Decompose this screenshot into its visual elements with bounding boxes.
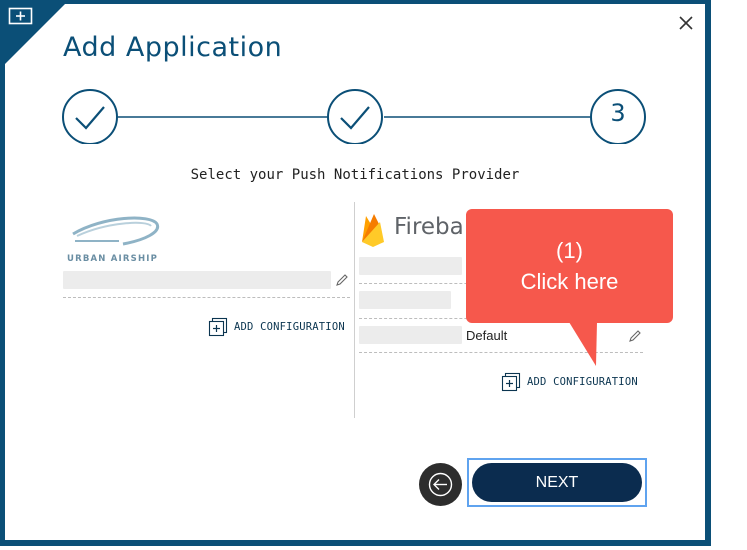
fb-config-field-1[interactable] [359, 257, 462, 275]
urban-airship-logo-text: URBAN AIRSHIP [67, 254, 159, 264]
fb-config-field-2[interactable] [359, 291, 451, 309]
fb-default-label: Default [466, 328, 508, 343]
back-arrow-icon [428, 472, 453, 497]
add-application-dialog: Add Application 3 Select your Push Notif… [5, 4, 705, 540]
ua-field-separator [63, 297, 350, 298]
edit-pencil-icon[interactable] [628, 329, 642, 343]
next-button-focus-ring: NEXT [467, 458, 647, 507]
provider-subtitle: Select your Push Notifications Provider [190, 167, 520, 183]
callout-instruction: Click here [520, 269, 619, 294]
fb-add-configuration-label: ADD CONFIGURATION [527, 376, 638, 388]
fb-add-configuration-button[interactable]: ADD CONFIGURATION [501, 372, 638, 392]
callout-pointer [569, 322, 597, 366]
add-config-icon [208, 317, 228, 337]
ua-config-field[interactable] [63, 271, 331, 289]
callout-step-number: (1) [556, 238, 583, 263]
back-button[interactable] [419, 463, 462, 506]
click-here-callout: (1) Click here [466, 209, 673, 323]
step-1-checkmark-icon [62, 89, 118, 144]
fb-config-field-3[interactable] [359, 326, 462, 344]
ua-add-configuration-label: ADD CONFIGURATION [234, 321, 345, 333]
firebase-logo-text: Fireba [394, 214, 464, 240]
step-3-label: 3 [610, 99, 626, 127]
step-2-checkmark-icon [327, 89, 383, 144]
firebase-flame-icon [362, 214, 384, 247]
add-config-icon [501, 372, 521, 392]
next-button[interactable]: NEXT [472, 463, 642, 502]
provider-divider [354, 202, 355, 418]
edit-pencil-icon[interactable] [335, 273, 349, 287]
ua-add-configuration-button[interactable]: ADD CONFIGURATION [208, 317, 345, 337]
